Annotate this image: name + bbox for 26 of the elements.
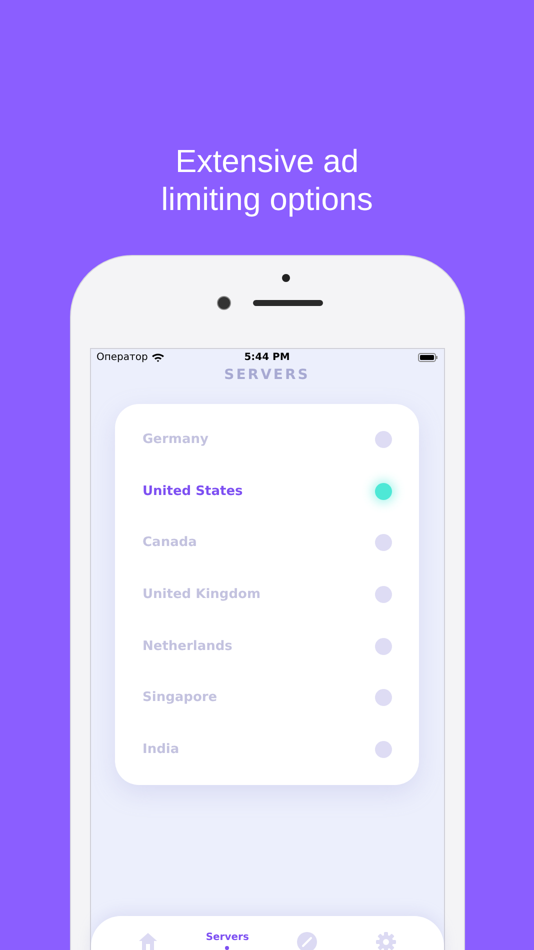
carrier-name: Оператор: [96, 352, 148, 362]
headline: Extensive ad limiting options: [160, 142, 374, 218]
server-radio[interactable]: [374, 740, 392, 758]
tab[interactable]: Servers: [197, 932, 258, 950]
server-radio[interactable]: [374, 586, 392, 604]
battery-icon: [418, 352, 438, 362]
screen-title: SERVERS: [223, 367, 311, 383]
server-radio[interactable]: [374, 431, 392, 448]
server-name[interactable]: Netherlands: [142, 638, 232, 654]
server-name[interactable]: United States: [142, 484, 243, 499]
wifi-icon: [152, 352, 164, 362]
server-radio[interactable]: [374, 482, 392, 500]
active-dot: [225, 946, 230, 950]
status-time: 5:44 PM: [243, 352, 291, 362]
server-name[interactable]: Canada: [142, 535, 197, 550]
sensor-dot: [282, 274, 290, 282]
server-name[interactable]: Singapore: [142, 690, 218, 706]
home-icon: [138, 932, 158, 950]
server-radio[interactable]: [374, 689, 392, 706]
server-name[interactable]: India: [142, 742, 180, 757]
server-name[interactable]: United Kingdom: [142, 587, 261, 602]
camera-icon: [216, 296, 230, 310]
server-name[interactable]: Germany: [142, 432, 208, 448]
speaker-slot: [252, 300, 322, 306]
server-radio[interactable]: [374, 534, 392, 552]
server-radio[interactable]: [374, 638, 392, 655]
